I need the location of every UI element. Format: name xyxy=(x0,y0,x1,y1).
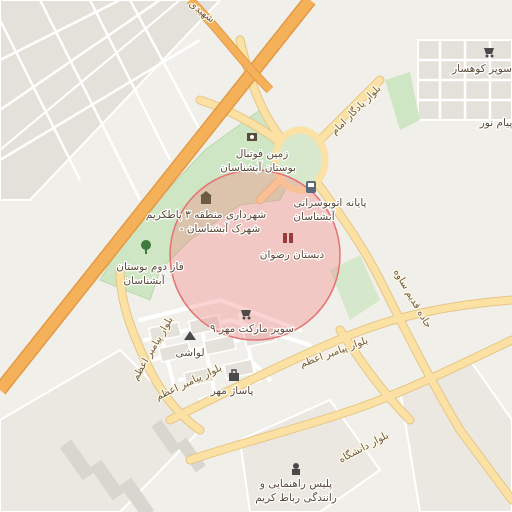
label-municipality-line1[interactable]: شهرداری منطقه ۳ پاطکریم xyxy=(145,208,268,223)
label-police-line2[interactable]: رانندگی رباط کریم xyxy=(254,490,338,506)
label-terminal-line2[interactable]: آبشناسان xyxy=(292,209,337,225)
label-municipality-line2[interactable]: - شهرک آبشناسان xyxy=(178,221,261,237)
label-football[interactable]: زمین فوتبال xyxy=(234,147,289,162)
label-school[interactable]: دبستان رضوان xyxy=(259,248,326,263)
label-kowsar[interactable]: سوپر کوهسار xyxy=(450,62,512,77)
bus-station-icon[interactable] xyxy=(306,181,316,193)
label-faz-line2[interactable]: آبشناسان xyxy=(122,273,167,289)
label-payam[interactable]: پیام نور xyxy=(477,116,512,131)
label-terminal-line1[interactable]: پایانه اتوبوسرانی xyxy=(292,196,368,211)
label-lavashi[interactable]: لواشی xyxy=(174,346,206,361)
football-pitch-icon[interactable] xyxy=(247,133,257,141)
label-pasaj[interactable]: پاساژ مهر xyxy=(208,384,254,399)
map-canvas[interactable]: زمین فوتبال بوستان آبشناسان شهرداری منطق… xyxy=(0,0,512,512)
label-supermarket[interactable]: سوپر مارکت مهر ۹ xyxy=(209,322,296,337)
label-faz-line1[interactable]: فاز دوم بوستان xyxy=(115,260,185,275)
label-park-name[interactable]: بوستان آبشناسان xyxy=(219,160,297,176)
label-police-line1[interactable]: پلیس راهنمایی و xyxy=(258,477,334,492)
